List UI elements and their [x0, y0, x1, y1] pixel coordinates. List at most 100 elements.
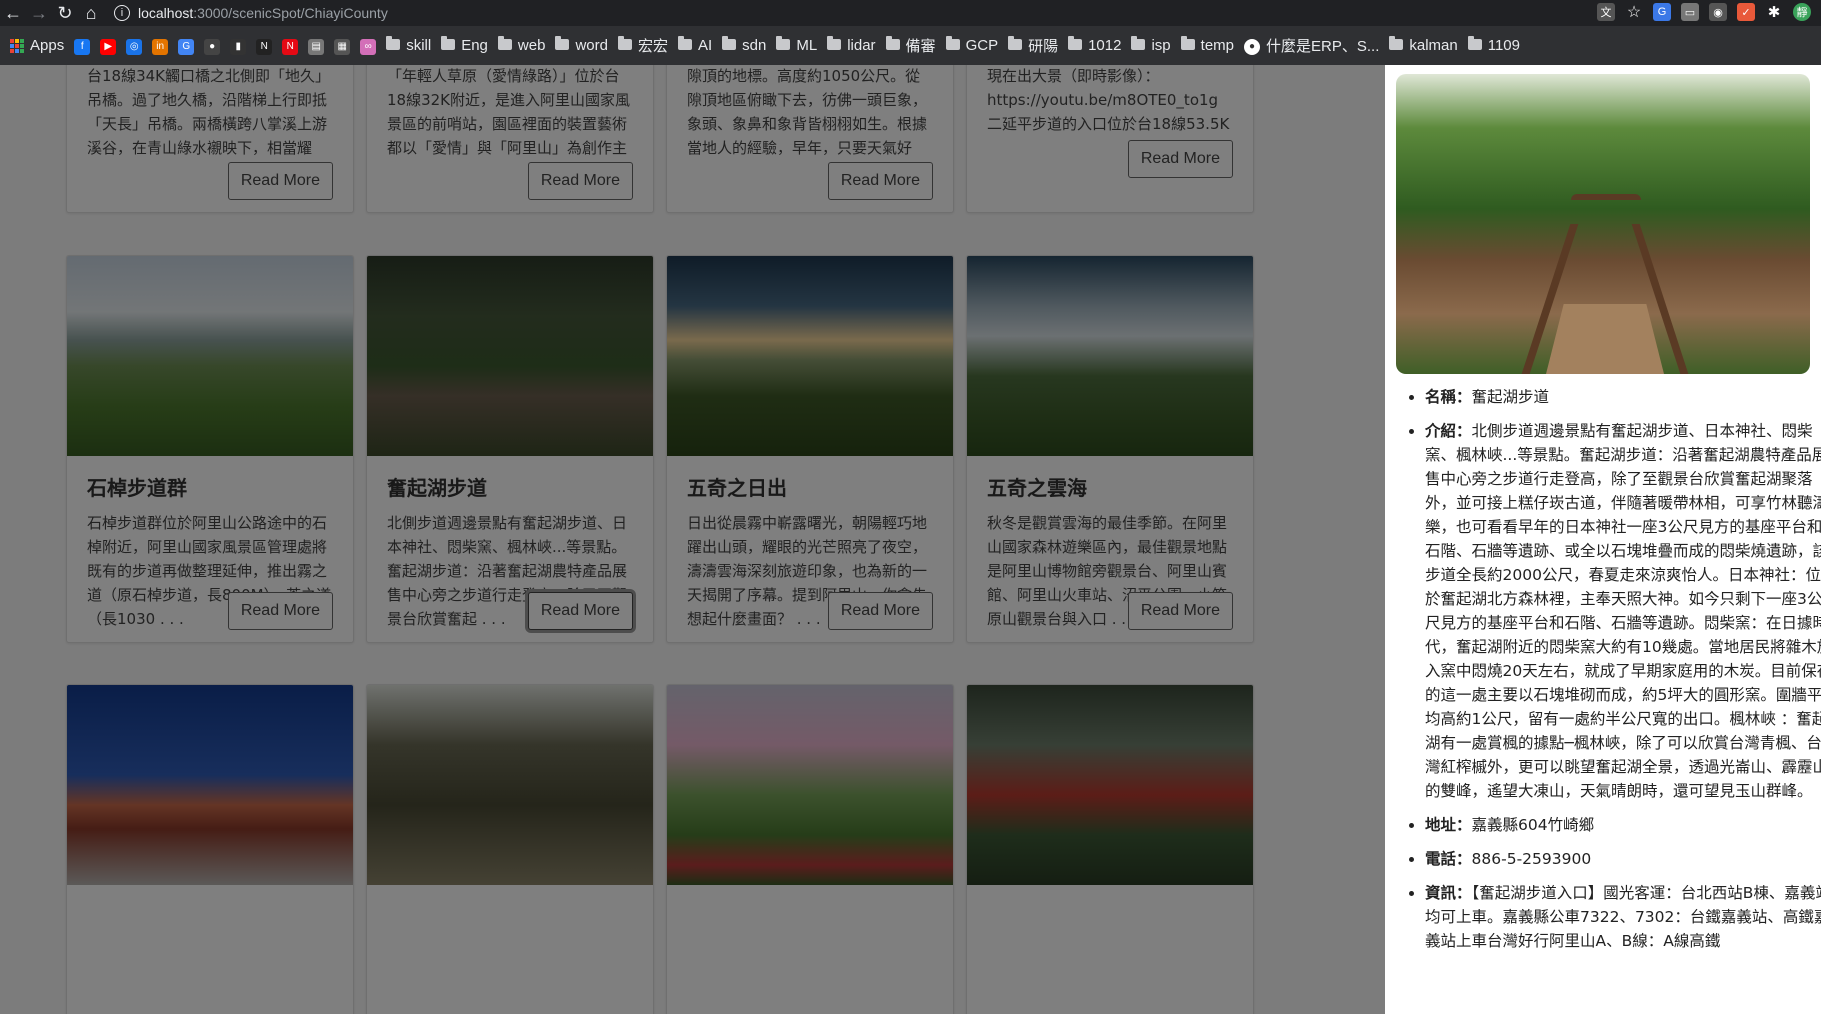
detail-value: 嘉義縣604竹崎鄉 — [1471, 816, 1595, 834]
bookmark-label: lidar — [847, 37, 876, 54]
back-arrow-icon[interactable]: ← — [0, 0, 26, 26]
folder-icon — [1467, 36, 1482, 54]
detail-value: 【奮起湖步道入口】國光客運：台北西站B棟、嘉義站均可上車。嘉義縣公車7322、7… — [1425, 884, 1821, 950]
bookmark-apps[interactable]: Apps — [10, 37, 64, 54]
detail-item: 電話：886-5-2593900 — [1425, 847, 1821, 871]
folder-icon — [1131, 36, 1146, 54]
bookmark-folder[interactable]: web — [497, 36, 545, 54]
bookmark-folder[interactable]: skill — [386, 36, 432, 54]
bookmark-favicon[interactable]: ▤ — [308, 36, 325, 55]
bookmark-favicon[interactable]: ∞ — [360, 36, 377, 55]
bookmark-label: AI — [697, 37, 713, 54]
detail-item: 名稱：奮起湖步道 — [1425, 385, 1821, 409]
folder-icon — [617, 36, 632, 54]
bookmark-folder[interactable]: temp — [1180, 36, 1235, 54]
bookmark-favicon[interactable]: f — [74, 36, 91, 55]
bookmark-label: GCP — [965, 37, 999, 54]
detail-key: 電話 — [1425, 850, 1457, 868]
bookmark-label: 什麼是ERP、S... — [1266, 38, 1380, 55]
bookmark-label: word — [575, 37, 608, 54]
bookmark-label: skill — [406, 37, 432, 54]
bookmark-folder[interactable]: 備審 — [885, 35, 936, 56]
detail-key: 地址 — [1425, 816, 1457, 834]
extension-icons: 文 ☆ G ▭ ◉ ✓ ✱ 靜 — [1597, 3, 1811, 21]
bookmark-folder[interactable]: 宏宏 — [617, 35, 668, 56]
bookmark-folder[interactable]: word — [555, 36, 608, 54]
bookmark-favicon[interactable]: ▦ — [334, 36, 351, 55]
bookmark-label: 宏宏 — [637, 38, 668, 55]
bookmark-folder[interactable]: 1109 — [1467, 36, 1520, 54]
detail-image — [1396, 74, 1810, 374]
bookmark-folder[interactable]: 研陽 — [1008, 35, 1058, 56]
detail-separator: ： — [1456, 422, 1472, 440]
bookmark-folder[interactable]: AI — [677, 36, 713, 54]
apps-grid-icon — [10, 38, 24, 53]
favicon-icon: in — [152, 36, 169, 55]
extension-reader-icon[interactable]: ▭ — [1681, 3, 1699, 21]
bookmark-label: 1012 — [1088, 37, 1122, 54]
bookmark-label: isp — [1151, 37, 1171, 54]
detail-key: 名稱 — [1425, 388, 1457, 406]
profile-avatar-icon[interactable]: 靜 — [1793, 3, 1811, 21]
favicon-icon: ▮ — [230, 36, 247, 55]
bookmark-favicon[interactable]: N — [256, 36, 273, 55]
bookmark-label: sdn — [742, 37, 767, 54]
url-path: :3000/scenicSpot/ChiayiCounty — [193, 5, 388, 21]
address-bar[interactable]: i localhost:3000/scenicSpot/ChiayiCounty — [114, 1, 388, 25]
favicon-icon: ∞ — [360, 36, 377, 55]
reload-icon[interactable]: ↻ — [52, 0, 78, 26]
bookmark-folder[interactable]: sdn — [722, 36, 767, 54]
bookmark-folder[interactable]: isp — [1131, 36, 1171, 54]
bookmark-favicon[interactable]: in — [152, 36, 169, 55]
url-host: localhost — [138, 5, 194, 21]
translate-icon[interactable]: 文 — [1597, 3, 1615, 21]
folder-icon — [1389, 36, 1404, 54]
bookmark-favicon[interactable]: ▶ — [100, 36, 117, 55]
forward-arrow-icon[interactable]: → — [26, 0, 52, 26]
favicon-icon: G — [178, 36, 195, 55]
bookmark-folder[interactable]: ML — [776, 36, 818, 54]
bookmark-folder[interactable]: 1012 — [1068, 36, 1122, 54]
bookmark-label: 備審 — [905, 38, 936, 55]
favicon-icon: ▦ — [334, 36, 351, 55]
bookmark-label: temp — [1200, 37, 1235, 54]
folder-icon — [1180, 36, 1195, 54]
detail-item: 介紹：北側步道週邊景點有奮起湖步道、日本神社、悶柴窯、楓林峽...等景點。奮起湖… — [1425, 419, 1821, 803]
folder-icon — [827, 36, 842, 54]
detail-value: 886-5-2593900 — [1471, 850, 1592, 868]
bookmark-favicon[interactable]: ◎ — [126, 36, 143, 55]
extension-circle-icon[interactable]: ◉ — [1709, 3, 1727, 21]
favicon-icon: ◎ — [126, 36, 143, 55]
folder-icon — [555, 36, 570, 54]
detail-key: 資訊 — [1425, 884, 1457, 902]
bookmark-folder[interactable]: Eng — [441, 36, 488, 54]
bookmark-favicon[interactable]: ● — [204, 36, 221, 55]
bookmark-label: 研陽 — [1028, 38, 1059, 55]
star-icon[interactable]: ☆ — [1625, 3, 1643, 21]
extension-translate-icon[interactable]: G — [1653, 3, 1671, 21]
folder-icon — [1008, 36, 1023, 54]
bookmark-favicon[interactable]: ▮ — [230, 36, 247, 55]
bookmark-link[interactable]: ● 什麼是ERP、S... — [1244, 35, 1379, 56]
bookmark-favicon[interactable]: N — [282, 36, 299, 55]
page-content: 台18線34K觸口橋之北側即「地久」吊橋。過了地久橋，沿階梯上行即抵「天長」吊橋… — [0, 65, 1821, 1014]
extension-todoist-icon[interactable]: ✓ — [1737, 3, 1755, 21]
folder-icon — [441, 36, 456, 54]
site-info-icon[interactable]: i — [114, 5, 130, 21]
detail-separator: ： — [1456, 850, 1472, 868]
folder-icon — [677, 36, 692, 54]
home-icon[interactable]: ⌂ — [78, 0, 104, 26]
folder-icon — [776, 36, 791, 54]
bookmark-folder[interactable]: lidar — [827, 36, 876, 54]
bookmark-folder[interactable]: GCP — [945, 36, 999, 54]
folder-icon — [1068, 36, 1083, 54]
detail-key: 介紹 — [1425, 422, 1457, 440]
detail-item: 資訊：【奮起湖步道入口】國光客運：台北西站B棟、嘉義站均可上車。嘉義縣公車732… — [1425, 881, 1821, 953]
drawer-backdrop[interactable] — [0, 65, 1385, 1014]
detail-item: 地址：嘉義縣604竹崎鄉 — [1425, 813, 1821, 837]
detail-separator: ： — [1456, 884, 1472, 902]
puzzle-icon[interactable]: ✱ — [1765, 3, 1783, 21]
bookmark-folder[interactable]: kalman — [1389, 36, 1458, 54]
bookmark-label: ML — [796, 37, 818, 54]
bookmark-favicon[interactable]: G — [178, 36, 195, 55]
